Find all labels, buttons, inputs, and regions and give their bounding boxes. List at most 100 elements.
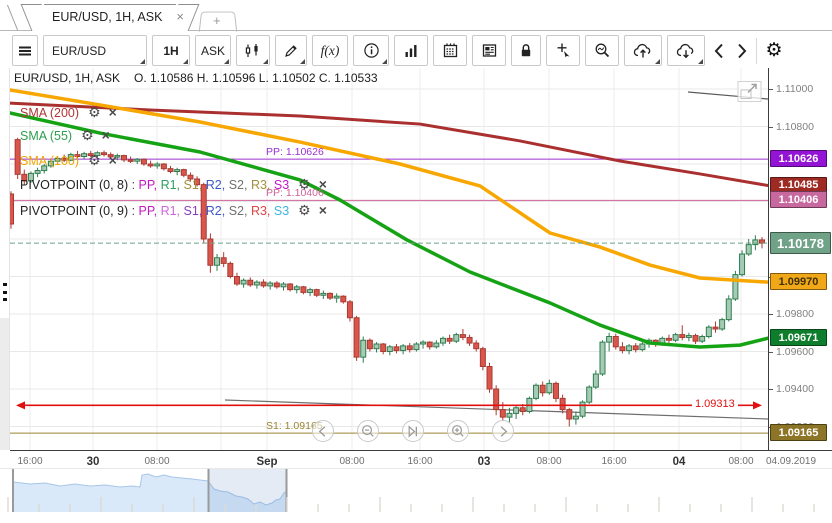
candle-body (174, 169, 181, 172)
axis-tick (769, 314, 773, 315)
chart-type-button[interactable] (236, 35, 270, 66)
calendar-button[interactable] (433, 35, 467, 66)
menu-button[interactable] (12, 35, 38, 66)
crosshair-button[interactable] (546, 35, 580, 66)
tab-eurusd-1h-ask[interactable]: EUR/USD, 1H, ASK × (34, 4, 186, 31)
candle-body (400, 345, 407, 352)
lock-button[interactable] (511, 35, 541, 66)
candle-body (479, 348, 486, 367)
candle-body (220, 257, 227, 264)
gear-icon[interactable]: ⚙ (88, 104, 101, 120)
instrument-select[interactable]: EUR/USD (43, 35, 147, 66)
candle-body (732, 274, 739, 300)
indicators-button[interactable]: f(x) (312, 35, 348, 66)
candle-body (566, 409, 573, 420)
close-icon[interactable]: × (109, 104, 117, 120)
candle-body (725, 298, 732, 321)
side-select[interactable]: ASK (195, 35, 231, 66)
candle-body (672, 334, 679, 341)
price-chart[interactable] (10, 68, 768, 450)
price-axis-label: 1.09600 (776, 345, 814, 358)
step-right-button[interactable] (492, 420, 514, 442)
dropdown-corner-icon (140, 59, 145, 64)
chart-header: EUR/USD, 1H, ASK O. 1.10586 H. 1.10596 L.… (14, 71, 378, 85)
time-axis-line (10, 450, 832, 451)
zoom-out-button[interactable] (357, 420, 379, 442)
close-icon[interactable]: × (319, 202, 327, 218)
candle-body (466, 336, 473, 344)
expand-chart-icon[interactable] (736, 79, 764, 110)
crosshair-icon (557, 43, 569, 58)
gear-icon[interactable]: ⚙ (298, 176, 311, 192)
step-left-button[interactable] (312, 420, 334, 442)
pivot-series-label: R2, (205, 178, 229, 192)
load-cloud-button[interactable] (667, 35, 705, 66)
trading-platform-window: EUR/USD, 1H, ASK × + EUR/USD 1H ASK f(x) (0, 0, 832, 518)
volume-button[interactable] (394, 35, 428, 66)
candle-body (433, 342, 440, 348)
price-badge: 1.09671 (770, 329, 827, 347)
candle-body (280, 283, 287, 288)
candle-body (134, 158, 141, 162)
gear-icon[interactable]: ⚙ (88, 152, 101, 168)
close-icon[interactable]: × (109, 152, 117, 168)
splitter-handle-icon[interactable] (3, 283, 9, 301)
gear-icon[interactable]: ⚙ (81, 127, 94, 143)
left-gutter (0, 68, 10, 450)
candle-body (453, 334, 460, 342)
candle-body (386, 346, 393, 352)
close-icon[interactable]: × (102, 127, 110, 143)
settings-button[interactable]: ⚙ (762, 35, 786, 66)
candle-body (260, 281, 267, 287)
axis-tick (769, 389, 773, 390)
price-axis[interactable]: 1.110001.108001.100001.098001.096001.094… (769, 68, 832, 450)
news-button[interactable] (472, 35, 506, 66)
time-axis-label: 30 (86, 456, 100, 468)
candle-body (327, 292, 334, 299)
fx-icon: f(x) (320, 42, 340, 58)
candle-body (579, 401, 586, 417)
red-line-label: 1.09313 (692, 398, 738, 411)
chart-zoom-button[interactable] (585, 35, 619, 66)
info-button[interactable] (353, 35, 389, 66)
scroll-right-button[interactable] (733, 35, 751, 66)
axis-tick (769, 89, 773, 90)
legend-separator: : (128, 178, 139, 192)
gear-icon[interactable]: ⚙ (298, 202, 311, 218)
candle-body (120, 155, 127, 161)
time-axis-label: 08:00 (728, 456, 754, 467)
axis-tick (769, 126, 773, 128)
chart-area: EUR/USD, 1H, ASK O. 1.10586 H. 1.10596 L.… (0, 68, 832, 468)
candle-body (592, 373, 599, 388)
price-axis-label: 1.10800 (776, 120, 814, 133)
price-badge: 1.09165 (770, 424, 827, 442)
close-icon[interactable]: × (176, 9, 184, 24)
close-icon[interactable]: × (319, 176, 327, 192)
candle-body (373, 343, 380, 350)
draw-tools-button[interactable] (275, 35, 307, 66)
candle-body (612, 336, 619, 348)
time-axis-label: 16:00 (407, 456, 433, 467)
right-arrow-icon (753, 401, 762, 410)
new-tab-button[interactable]: + (200, 11, 236, 31)
save-cloud-button[interactable] (624, 35, 662, 66)
dropdown-corner-icon (263, 59, 268, 64)
candle-body (426, 341, 433, 348)
time-axis-label: 08:00 (144, 456, 170, 467)
chart-navigator[interactable] (0, 468, 832, 518)
skip-to-end-button[interactable] (402, 420, 424, 442)
candle-body (685, 335, 692, 338)
time-axis-label: Sep (256, 456, 278, 468)
scroll-left-button[interactable] (710, 35, 728, 66)
tab-bar: EUR/USD, 1H, ASK × + (0, 0, 832, 31)
timeframe-select[interactable]: 1H (152, 35, 190, 66)
pivot-series-label: S3 (273, 178, 290, 192)
zoom-in-button[interactable] (447, 420, 469, 442)
menu-icon (19, 46, 31, 55)
left-gutter-scroll (0, 318, 9, 450)
legend-label: PIVOTPOINT (0, 8) (20, 178, 129, 192)
candle-body (499, 409, 506, 418)
candle-body (719, 319, 726, 330)
candle-body (180, 169, 187, 176)
candle-body (606, 336, 613, 343)
